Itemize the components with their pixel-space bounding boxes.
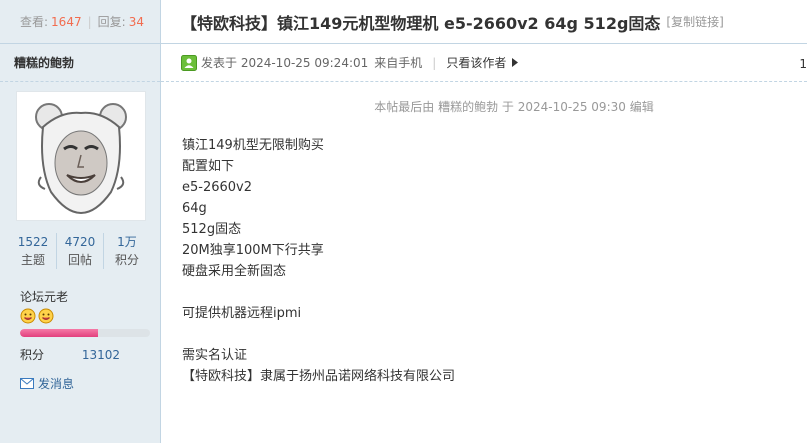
floor-number[interactable]: 1 [799, 57, 807, 71]
count-label: 积分 [114, 253, 139, 267]
rank-progress-fill [20, 329, 98, 337]
rank-stars [20, 308, 54, 324]
thread-title-bar: 【特欧科技】镇江149元机型物理机 e5-2660v2 64g 512g固态 [… [161, 0, 807, 44]
post-line: 20M独享100M下行共享 [182, 243, 324, 258]
online-status-icon [181, 54, 197, 71]
count-points[interactable]: 1万 积分 [104, 233, 150, 269]
count-value: 1522 [17, 235, 49, 249]
envelope-icon [20, 378, 34, 389]
thread-title: 【特欧科技】镇江149元机型物理机 e5-2660v2 64g 512g固态 [181, 13, 661, 33]
count-label: 回帖 [67, 253, 92, 267]
only-author-link[interactable]: 只看该作者 [446, 54, 506, 71]
avatar-meme-face-image [35, 103, 127, 215]
points-label: 积分 [20, 348, 45, 362]
post-line: 镇江149机型无限制购买 [182, 138, 324, 153]
count-replies[interactable]: 4720 回帖 [57, 233, 104, 269]
points-value: 13102 [81, 348, 121, 362]
user-rank[interactable]: 论坛元老 [20, 288, 68, 305]
author-sidebar: 查看: 1647 | 回复: 34 糟糕的鲍勃 1522 主题 4720 回帖 … [0, 0, 161, 443]
author-counts: 1522 主题 4720 回帖 1万 积分 [10, 233, 150, 269]
count-label: 主题 [20, 253, 45, 267]
meta-divider: | [432, 55, 437, 70]
author-points: 积分 13102 [20, 346, 120, 363]
last-edit-note: 本帖最后由 糟糕的鲍勃 于 2024-10-25 09:30 编辑 [374, 100, 654, 114]
send-message-label: 发消息 [38, 377, 75, 391]
copy-link-button[interactable]: [复制链接] [666, 13, 723, 30]
post-meta: 发表于 2024-10-25 09:24:01 来自手机 | 只看该作者 [161, 44, 807, 82]
post-line: 可提供机器远程ipmi [182, 306, 302, 321]
post-line: 需实名认证 [182, 348, 248, 363]
rank-progress-bar [20, 329, 150, 337]
smiley-icon [20, 308, 36, 324]
replies-label: 回复: [97, 15, 126, 29]
views-count: 1647 [51, 14, 82, 29]
post-line: 硬盘采用全新固态 [182, 264, 287, 279]
post-line: e5-2660v2 [182, 180, 253, 195]
post-line: 配置如下 [182, 159, 235, 174]
count-value: 1万 [117, 235, 137, 249]
avatar[interactable] [16, 91, 146, 221]
thread-stats: 查看: 1647 | 回复: 34 [0, 0, 160, 44]
stats-divider: | [87, 14, 92, 29]
post-source: 来自手机 [374, 56, 423, 70]
play-arrow-icon[interactable] [512, 58, 519, 67]
count-threads[interactable]: 1522 主题 [10, 233, 57, 269]
count-value: 4720 [64, 235, 96, 249]
views-label: 查看: [20, 15, 49, 29]
send-message-link[interactable]: 发消息 [20, 375, 74, 392]
post-date: 发表于 2024-10-25 09:24:01 [201, 56, 369, 70]
author-name-link[interactable]: 糟糕的鲍勃 [0, 44, 160, 82]
post-line [182, 282, 455, 303]
replies-count: 34 [128, 14, 144, 29]
post-line: 64g [182, 201, 207, 216]
post-line: 【特欧科技】隶属于扬州品诺网络科技有限公司 [182, 369, 456, 384]
smiley-icon [38, 308, 54, 324]
post-line [182, 324, 455, 345]
post-content: 镇江149机型无限制购买 配置如下 e5-2660v2 64g 512g固态 20M独享1… [182, 135, 455, 387]
post-line: 512g固态 [182, 222, 242, 237]
